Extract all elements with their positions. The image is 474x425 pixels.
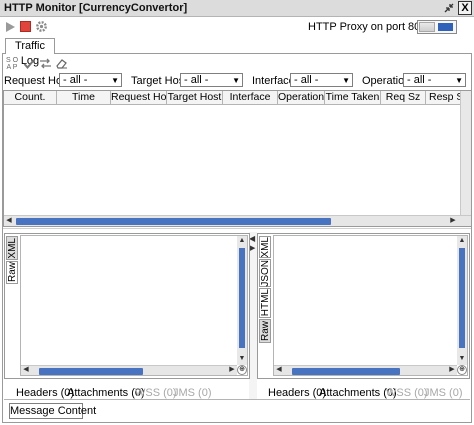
chevron-down-icon: ▼	[111, 76, 119, 85]
scroll-down-icon: ▼	[458, 355, 466, 362]
request-wss-tab: WSS (0)	[135, 387, 177, 399]
stop-icon[interactable]	[20, 21, 31, 32]
close-button[interactable]: X	[458, 1, 472, 15]
proxy-status-label: HTTP Proxy on port 8081	[308, 21, 433, 33]
tab-request-raw[interactable]: Raw	[6, 261, 18, 284]
table-header: Count. Time Request Host Target Host Int…	[4, 91, 460, 105]
request-host-select[interactable]: - all - ▼	[59, 73, 122, 87]
column-header[interactable]: Operation	[278, 91, 325, 104]
response-jms-tab: JMS (0)	[424, 387, 463, 399]
scroll-left-icon: ◀	[6, 217, 12, 224]
traffic-table[interactable]	[3, 90, 471, 227]
scrollbar-thumb	[239, 248, 245, 348]
request-headers-tab[interactable]: Headers (0)	[16, 387, 74, 399]
operation-select[interactable]: - all - ▼	[403, 73, 466, 87]
zoom-icon[interactable]: ⊕	[457, 365, 467, 375]
request-horizontal-scrollbar[interactable]: ◀ ▶	[21, 365, 237, 375]
chevron-down-icon: ▼	[232, 76, 240, 85]
scroll-right-icon: ▶	[449, 366, 455, 373]
response-wss-tab: WSS (0)	[386, 387, 428, 399]
scroll-left-icon: ◀	[23, 366, 29, 373]
column-header[interactable]: Resp S	[426, 91, 460, 104]
scrollbar-thumb	[16, 218, 331, 225]
check-icon[interactable]	[22, 57, 36, 71]
tab-response-xml[interactable]: XML	[259, 236, 271, 258]
chevron-down-icon: ▼	[455, 76, 463, 85]
column-header[interactable]: Time Taken	[325, 91, 381, 104]
message-content-tab[interactable]: Message Content	[9, 403, 96, 419]
tab-traffic-log[interactable]: Traffic Log	[5, 38, 55, 67]
vertical-splitter[interactable]: ◀ ▶	[249, 232, 257, 400]
footer-divider	[4, 399, 470, 400]
scrollbar-thumb	[459, 248, 465, 348]
interface-label: Interface	[252, 75, 295, 87]
proxy-toggle[interactable]	[417, 20, 457, 34]
transfer-icon[interactable]	[38, 57, 52, 71]
response-vertical-scrollbar[interactable]: ▲ ▼	[457, 236, 467, 365]
scrollbar-thumb	[39, 368, 143, 375]
response-headers-tab[interactable]: Headers (0)	[268, 387, 326, 399]
request-editor[interactable]	[20, 235, 248, 376]
interface-select[interactable]: - all - ▼	[290, 73, 353, 87]
collapse-right-icon: ▶	[250, 245, 256, 252]
scroll-up-icon: ▲	[458, 237, 466, 244]
request-vertical-scrollbar[interactable]: ▲ ▼	[237, 236, 247, 365]
table-vertical-scrollbar[interactable]	[460, 91, 471, 215]
request-jms-tab: JMS (0)	[173, 387, 212, 399]
column-header[interactable]: Target Host	[167, 91, 223, 104]
detach-icon[interactable]	[442, 1, 456, 15]
gear-icon[interactable]	[35, 20, 48, 33]
horizontal-splitter[interactable]	[3, 228, 471, 232]
play-icon[interactable]	[4, 21, 16, 33]
target-host-select[interactable]: - all - ▼	[180, 73, 243, 87]
tab-response-json[interactable]: JSON	[259, 259, 271, 287]
table-horizontal-scrollbar[interactable]: ◀ ▶	[4, 215, 471, 226]
column-header[interactable]: Request Host	[111, 91, 167, 104]
eraser-icon[interactable]	[54, 57, 68, 71]
column-header[interactable]: Time	[57, 91, 111, 104]
scrollbar-thumb	[292, 368, 400, 375]
tab-request-xml[interactable]: XML	[6, 236, 18, 260]
chevron-down-icon: ▼	[342, 76, 350, 85]
response-editor[interactable]	[273, 235, 468, 376]
column-header[interactable]: Count.	[4, 91, 57, 104]
soap-icon[interactable]: S OA P	[5, 57, 19, 71]
target-host-label: Target Host	[131, 75, 188, 87]
zoom-icon[interactable]: ⊕	[237, 365, 247, 375]
scroll-right-icon: ▶	[229, 366, 235, 373]
request-attachments-tab[interactable]: Attachments (0)	[67, 387, 145, 399]
response-attachments-tab[interactable]: Attachments (0)	[319, 387, 397, 399]
tab-response-html[interactable]: HTML	[259, 288, 271, 318]
scroll-right-icon: ▶	[450, 217, 456, 224]
window-title: HTTP Monitor [CurrencyConvertor]	[4, 2, 188, 14]
tab-response-raw[interactable]: Raw	[259, 319, 271, 343]
column-header[interactable]: Interface	[223, 91, 278, 104]
response-horizontal-scrollbar[interactable]: ◀ ▶	[274, 365, 457, 375]
scroll-left-icon: ◀	[276, 366, 282, 373]
scroll-up-icon: ▲	[238, 237, 246, 244]
scroll-down-icon: ▼	[238, 355, 246, 362]
column-header[interactable]: Req Sz	[381, 91, 426, 104]
